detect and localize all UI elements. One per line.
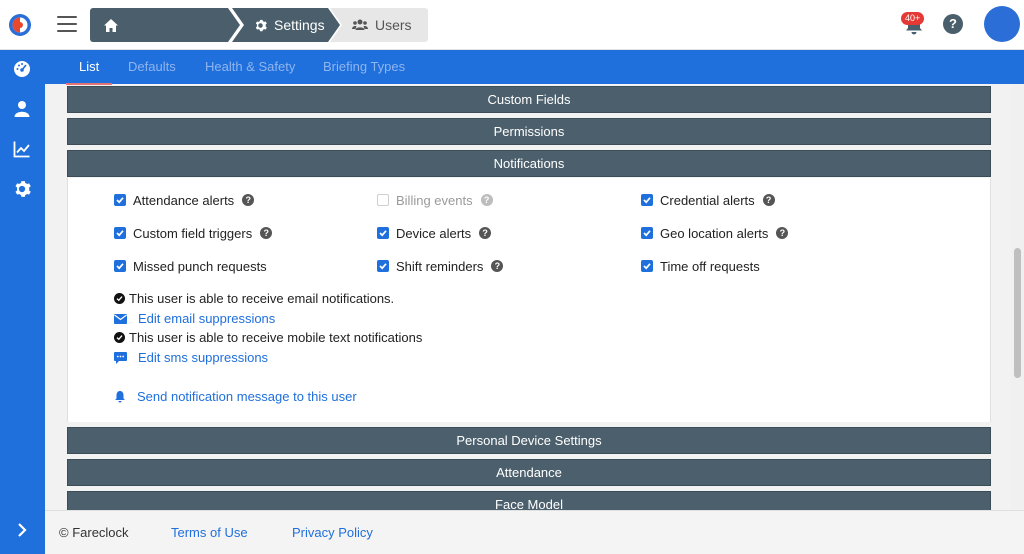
notifications-panel: Attendance alerts ? Billing events ? Cre…	[67, 178, 991, 422]
section-personal-device-settings[interactable]: Personal Device Settings	[67, 427, 991, 454]
option-label: Billing events	[396, 192, 473, 208]
sms-status-text: This user is able to receive mobile text…	[129, 330, 423, 345]
option-label: Device alerts	[396, 225, 472, 241]
top-bar: Settings Users 40+ ?	[0, 0, 1024, 50]
breadcrumb-settings-label: Settings	[274, 17, 325, 33]
breadcrumb: Settings Users	[90, 8, 428, 42]
attendance-alerts-checkbox[interactable]	[114, 194, 126, 206]
section-notifications[interactable]: Notifications	[67, 150, 991, 177]
terms-of-use-link[interactable]: Terms of Use	[171, 525, 248, 540]
footer: © Fareclock Terms of Use Privacy Policy	[45, 510, 1024, 554]
gear-icon[interactable]	[13, 180, 31, 198]
option-custom-field-triggers: Custom field triggers ?	[114, 225, 273, 241]
breadcrumb-users[interactable]: Users	[330, 8, 428, 42]
check-circle-icon	[114, 293, 125, 304]
edit-email-suppressions-link[interactable]: Edit email suppressions	[114, 311, 275, 326]
home-icon	[104, 18, 118, 32]
section-permissions[interactable]: Permissions	[67, 118, 991, 145]
option-attendance-alerts: Attendance alerts ?	[114, 192, 255, 208]
option-geo-location-alerts: Geo location alerts ?	[641, 225, 789, 241]
breadcrumb-settings[interactable]: Settings	[232, 8, 340, 42]
chart-icon[interactable]	[13, 140, 31, 158]
option-credential-alerts: Credential alerts ?	[641, 192, 775, 208]
edit-sms-suppressions-label: Edit sms suppressions	[138, 350, 269, 365]
help-icon[interactable]: ?	[480, 194, 493, 206]
users-icon	[352, 19, 368, 30]
help-icon[interactable]: ?	[260, 227, 273, 239]
breadcrumb-home[interactable]	[90, 8, 240, 42]
section-face-model[interactable]: Face Model	[67, 491, 991, 510]
email-status: This user is able to receive email notif…	[114, 291, 394, 306]
help-icon[interactable]: ?	[762, 194, 775, 206]
section-attendance[interactable]: Attendance	[67, 459, 991, 486]
billing-events-checkbox[interactable]	[377, 194, 389, 206]
option-label: Custom field triggers	[133, 225, 253, 241]
time-off-requests-checkbox[interactable]	[641, 260, 653, 272]
check-circle-icon	[114, 332, 125, 343]
option-missed-punch-requests: Missed punch requests	[114, 258, 267, 274]
side-nav	[0, 50, 45, 554]
help-icon[interactable]: ?	[943, 14, 963, 34]
hamburger-line	[57, 16, 77, 18]
user-icon[interactable]	[13, 100, 31, 118]
envelope-icon	[114, 313, 127, 324]
menu-toggle-button[interactable]	[57, 16, 77, 34]
help-icon[interactable]: ?	[491, 260, 504, 272]
help-icon[interactable]: ?	[776, 227, 789, 239]
option-shift-reminders: Shift reminders ?	[377, 258, 504, 274]
option-label: Attendance alerts	[133, 192, 235, 208]
bell-icon	[115, 391, 125, 403]
option-label: Missed punch requests	[133, 258, 267, 274]
credential-alerts-checkbox[interactable]	[641, 194, 653, 206]
scrollbar[interactable]	[1011, 84, 1024, 510]
option-billing-events: Billing events ?	[377, 192, 493, 208]
missed-punch-requests-checkbox[interactable]	[114, 260, 126, 272]
help-icon[interactable]: ?	[479, 227, 492, 239]
gear-icon	[255, 19, 267, 31]
sms-status: This user is able to receive mobile text…	[114, 330, 422, 345]
sms-icon	[114, 351, 127, 364]
tab-briefing-types[interactable]: Briefing Types	[323, 50, 405, 84]
tab-defaults[interactable]: Defaults	[128, 50, 176, 84]
tab-bar: List Defaults Health & Safety Briefing T…	[45, 50, 1024, 85]
scrollbar-thumb[interactable]	[1014, 248, 1021, 378]
custom-field-triggers-checkbox[interactable]	[114, 227, 126, 239]
option-time-off-requests: Time off requests	[641, 258, 760, 274]
edit-email-suppressions-label: Edit email suppressions	[138, 311, 276, 326]
email-status-text: This user is able to receive email notif…	[129, 291, 395, 306]
main-content: Custom Fields Permissions Notifications …	[45, 84, 1011, 510]
section-custom-fields[interactable]: Custom Fields	[67, 86, 991, 113]
privacy-policy-link[interactable]: Privacy Policy	[292, 525, 373, 540]
breadcrumb-users-label: Users	[375, 17, 412, 33]
option-label: Credential alerts	[660, 192, 755, 208]
option-label: Shift reminders	[396, 258, 484, 274]
option-label: Geo location alerts	[660, 225, 769, 241]
help-icon[interactable]: ?	[242, 194, 255, 206]
edit-sms-suppressions-link[interactable]: Edit sms suppressions	[114, 350, 268, 365]
device-alerts-checkbox[interactable]	[377, 227, 389, 239]
option-label: Time off requests	[660, 258, 760, 274]
shift-reminders-checkbox[interactable]	[377, 260, 389, 272]
tab-list[interactable]: List	[65, 50, 113, 85]
tab-health-safety[interactable]: Health & Safety	[205, 50, 295, 84]
dashboard-icon[interactable]	[13, 60, 31, 78]
hamburger-line	[57, 23, 77, 25]
avatar[interactable]	[984, 6, 1020, 42]
option-device-alerts: Device alerts ?	[377, 225, 492, 241]
hamburger-line	[57, 30, 77, 32]
copyright-text: © Fareclock	[59, 525, 129, 540]
send-notification-label: Send notification message to this user	[137, 389, 357, 404]
notification-count-badge: 40+	[901, 12, 925, 25]
fareclock-logo[interactable]	[8, 13, 32, 37]
geo-location-alerts-checkbox[interactable]	[641, 227, 653, 239]
send-notification-link[interactable]: Send notification message to this user	[114, 389, 357, 404]
chevron-right-icon[interactable]	[14, 522, 30, 538]
